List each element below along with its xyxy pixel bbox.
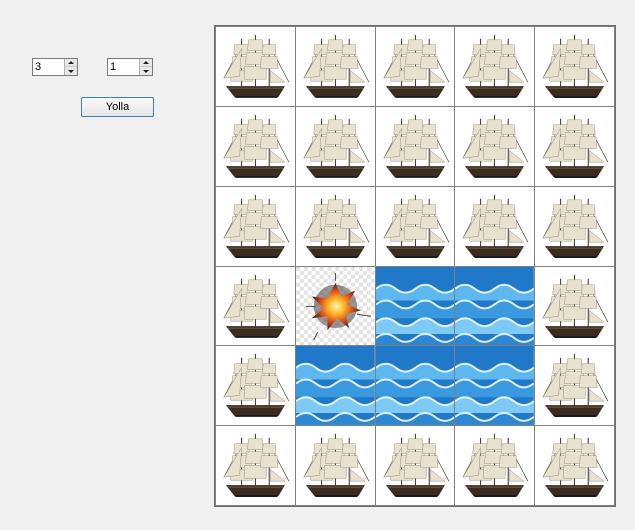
board-cell[interactable]	[295, 186, 375, 266]
sailing-ship-icon	[296, 187, 375, 266]
sea-waves-icon	[455, 266, 535, 346]
sailing-ship-icon	[216, 27, 295, 106]
board-cell[interactable]	[535, 426, 614, 505]
board-cell[interactable]	[295, 266, 375, 346]
board-cell[interactable]	[375, 346, 455, 426]
board-cell[interactable]	[455, 186, 535, 266]
board-cell[interactable]	[535, 27, 614, 106]
column-number-spinner[interactable]	[107, 58, 153, 76]
board-cell[interactable]	[295, 346, 375, 426]
board-cell[interactable]	[216, 27, 295, 106]
game-board	[214, 25, 616, 507]
board-cell[interactable]	[375, 186, 455, 266]
sailing-ship-icon	[296, 27, 375, 106]
board-cell[interactable]	[455, 266, 535, 346]
board-cell[interactable]	[295, 27, 375, 106]
sea-waves-icon	[375, 346, 455, 426]
sailing-ship-icon	[296, 107, 375, 186]
board-cell[interactable]	[375, 266, 455, 346]
send-button[interactable]: Yolla	[81, 97, 154, 117]
board-cell[interactable]	[455, 426, 535, 505]
sailing-ship-icon	[535, 107, 614, 186]
board-cell[interactable]	[455, 106, 535, 186]
sailing-ship-icon	[455, 27, 534, 106]
sailing-ship-icon	[376, 187, 455, 266]
sailing-ship-icon	[376, 107, 455, 186]
sailing-ship-icon	[455, 187, 534, 266]
arrow-down-icon	[68, 69, 74, 73]
board-cell[interactable]	[375, 426, 455, 505]
row-number-spinner[interactable]	[32, 58, 78, 76]
column-spin-up-button[interactable]	[139, 59, 152, 67]
sailing-ship-icon	[535, 187, 614, 266]
sailing-ship-icon	[535, 27, 614, 106]
board-cell[interactable]	[375, 27, 455, 106]
board-cell[interactable]	[216, 346, 295, 426]
row-spin-down-button[interactable]	[64, 67, 77, 75]
board-cell[interactable]	[535, 186, 614, 266]
sailing-ship-icon	[216, 267, 295, 346]
board-cell[interactable]	[295, 106, 375, 186]
row-number-input[interactable]	[33, 59, 65, 75]
sailing-ship-icon	[535, 426, 614, 505]
board-cell[interactable]	[216, 106, 295, 186]
board-cell[interactable]	[455, 346, 535, 426]
column-spin-down-button[interactable]	[139, 67, 152, 75]
sailing-ship-icon	[216, 187, 295, 266]
sailing-ship-icon	[216, 346, 295, 425]
sailing-ship-icon	[535, 346, 614, 425]
board-cell[interactable]	[535, 266, 614, 346]
board-cell[interactable]	[216, 426, 295, 505]
column-number-input[interactable]	[108, 59, 140, 75]
board-cell[interactable]	[216, 186, 295, 266]
arrow-down-icon	[143, 69, 149, 73]
board-cell[interactable]	[375, 106, 455, 186]
sea-waves-icon	[295, 346, 375, 426]
sailing-ship-icon	[455, 107, 534, 186]
arrow-up-icon	[68, 61, 74, 64]
sailing-ship-icon	[455, 426, 534, 505]
arrow-up-icon	[143, 61, 149, 64]
board-cell[interactable]	[455, 27, 535, 106]
explosion-icon	[295, 266, 375, 346]
sailing-ship-icon	[535, 267, 614, 346]
sailing-ship-icon	[296, 426, 375, 505]
sailing-ship-icon	[216, 426, 295, 505]
sea-waves-icon	[455, 346, 535, 426]
row-spin-up-button[interactable]	[64, 59, 77, 67]
sea-waves-icon	[375, 266, 455, 346]
sailing-ship-icon	[376, 27, 455, 106]
sailing-ship-icon	[376, 426, 455, 505]
board-cell[interactable]	[295, 426, 375, 505]
sailing-ship-icon	[216, 107, 295, 186]
board-cell[interactable]	[216, 266, 295, 346]
board-cell[interactable]	[535, 346, 614, 426]
board-cell[interactable]	[535, 106, 614, 186]
